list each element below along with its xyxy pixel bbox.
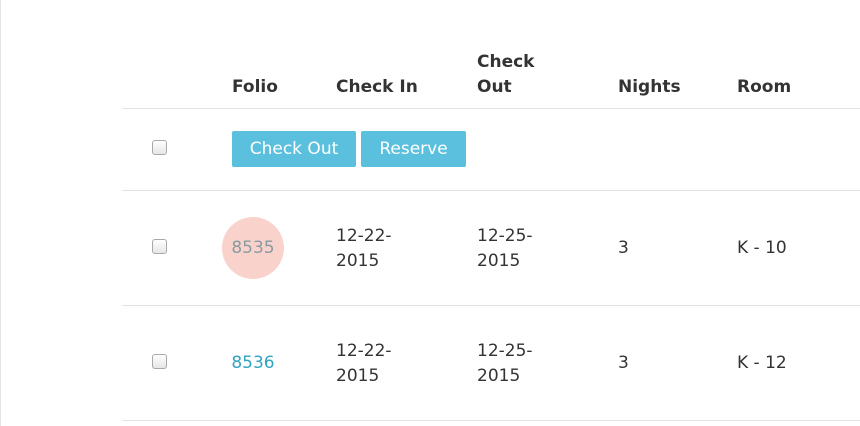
folio-cell: 8536: [222, 332, 284, 394]
reservations-table: Folio Check In Check Out Nights Room 853…: [122, 0, 860, 421]
folio-link[interactable]: 8535: [231, 236, 274, 261]
check-out-cell: 12-25- 2015: [477, 224, 533, 274]
table-row: 8535 12-22- 2015 12-25- 2015 3 K - 10: [122, 191, 860, 306]
check-in-cell: 12-22- 2015: [336, 339, 392, 389]
table-header: Folio Check In Check Out Nights Room: [122, 0, 860, 109]
room-cell: K - 12: [737, 353, 787, 373]
check-in-date-line1: 12-22-: [336, 341, 392, 361]
check-out-button[interactable]: Check Out: [232, 131, 356, 167]
check-in-date-line1: 12-22-: [336, 226, 392, 246]
check-in-date-line2: 2015: [336, 366, 380, 386]
column-header-room: Room: [737, 77, 792, 97]
column-header-check-out: Check Out: [477, 50, 535, 100]
check-in-date-line2: 2015: [336, 251, 380, 271]
check-out-date-line1: 12-25-: [477, 341, 533, 361]
folio-link[interactable]: 8536: [231, 351, 274, 376]
left-border: [0, 0, 1, 426]
check-in-cell: 12-22- 2015: [336, 224, 392, 274]
row-checkbox[interactable]: [152, 354, 167, 369]
column-header-folio: Folio: [232, 77, 278, 97]
nights-cell: 3: [618, 353, 629, 373]
nights-cell: 3: [618, 238, 629, 258]
check-out-date-line2: 2015: [477, 366, 521, 386]
row-checkbox[interactable]: [152, 239, 167, 254]
column-header-check-out-line1: Check: [477, 52, 535, 72]
column-header-check-out-line2: Out: [477, 77, 512, 97]
column-header-check-in: Check In: [336, 77, 418, 97]
select-all-checkbox[interactable]: [152, 140, 167, 155]
check-out-cell: 12-25- 2015: [477, 339, 533, 389]
folio-cell: 8535: [222, 217, 284, 279]
table-row: 8536 12-22- 2015 12-25- 2015 3 K - 12: [122, 306, 860, 421]
check-out-date-line1: 12-25-: [477, 226, 533, 246]
room-cell: K - 10: [737, 238, 787, 258]
check-out-date-line2: 2015: [477, 251, 521, 271]
reserve-button[interactable]: Reserve: [361, 131, 466, 167]
column-header-nights: Nights: [618, 77, 681, 97]
